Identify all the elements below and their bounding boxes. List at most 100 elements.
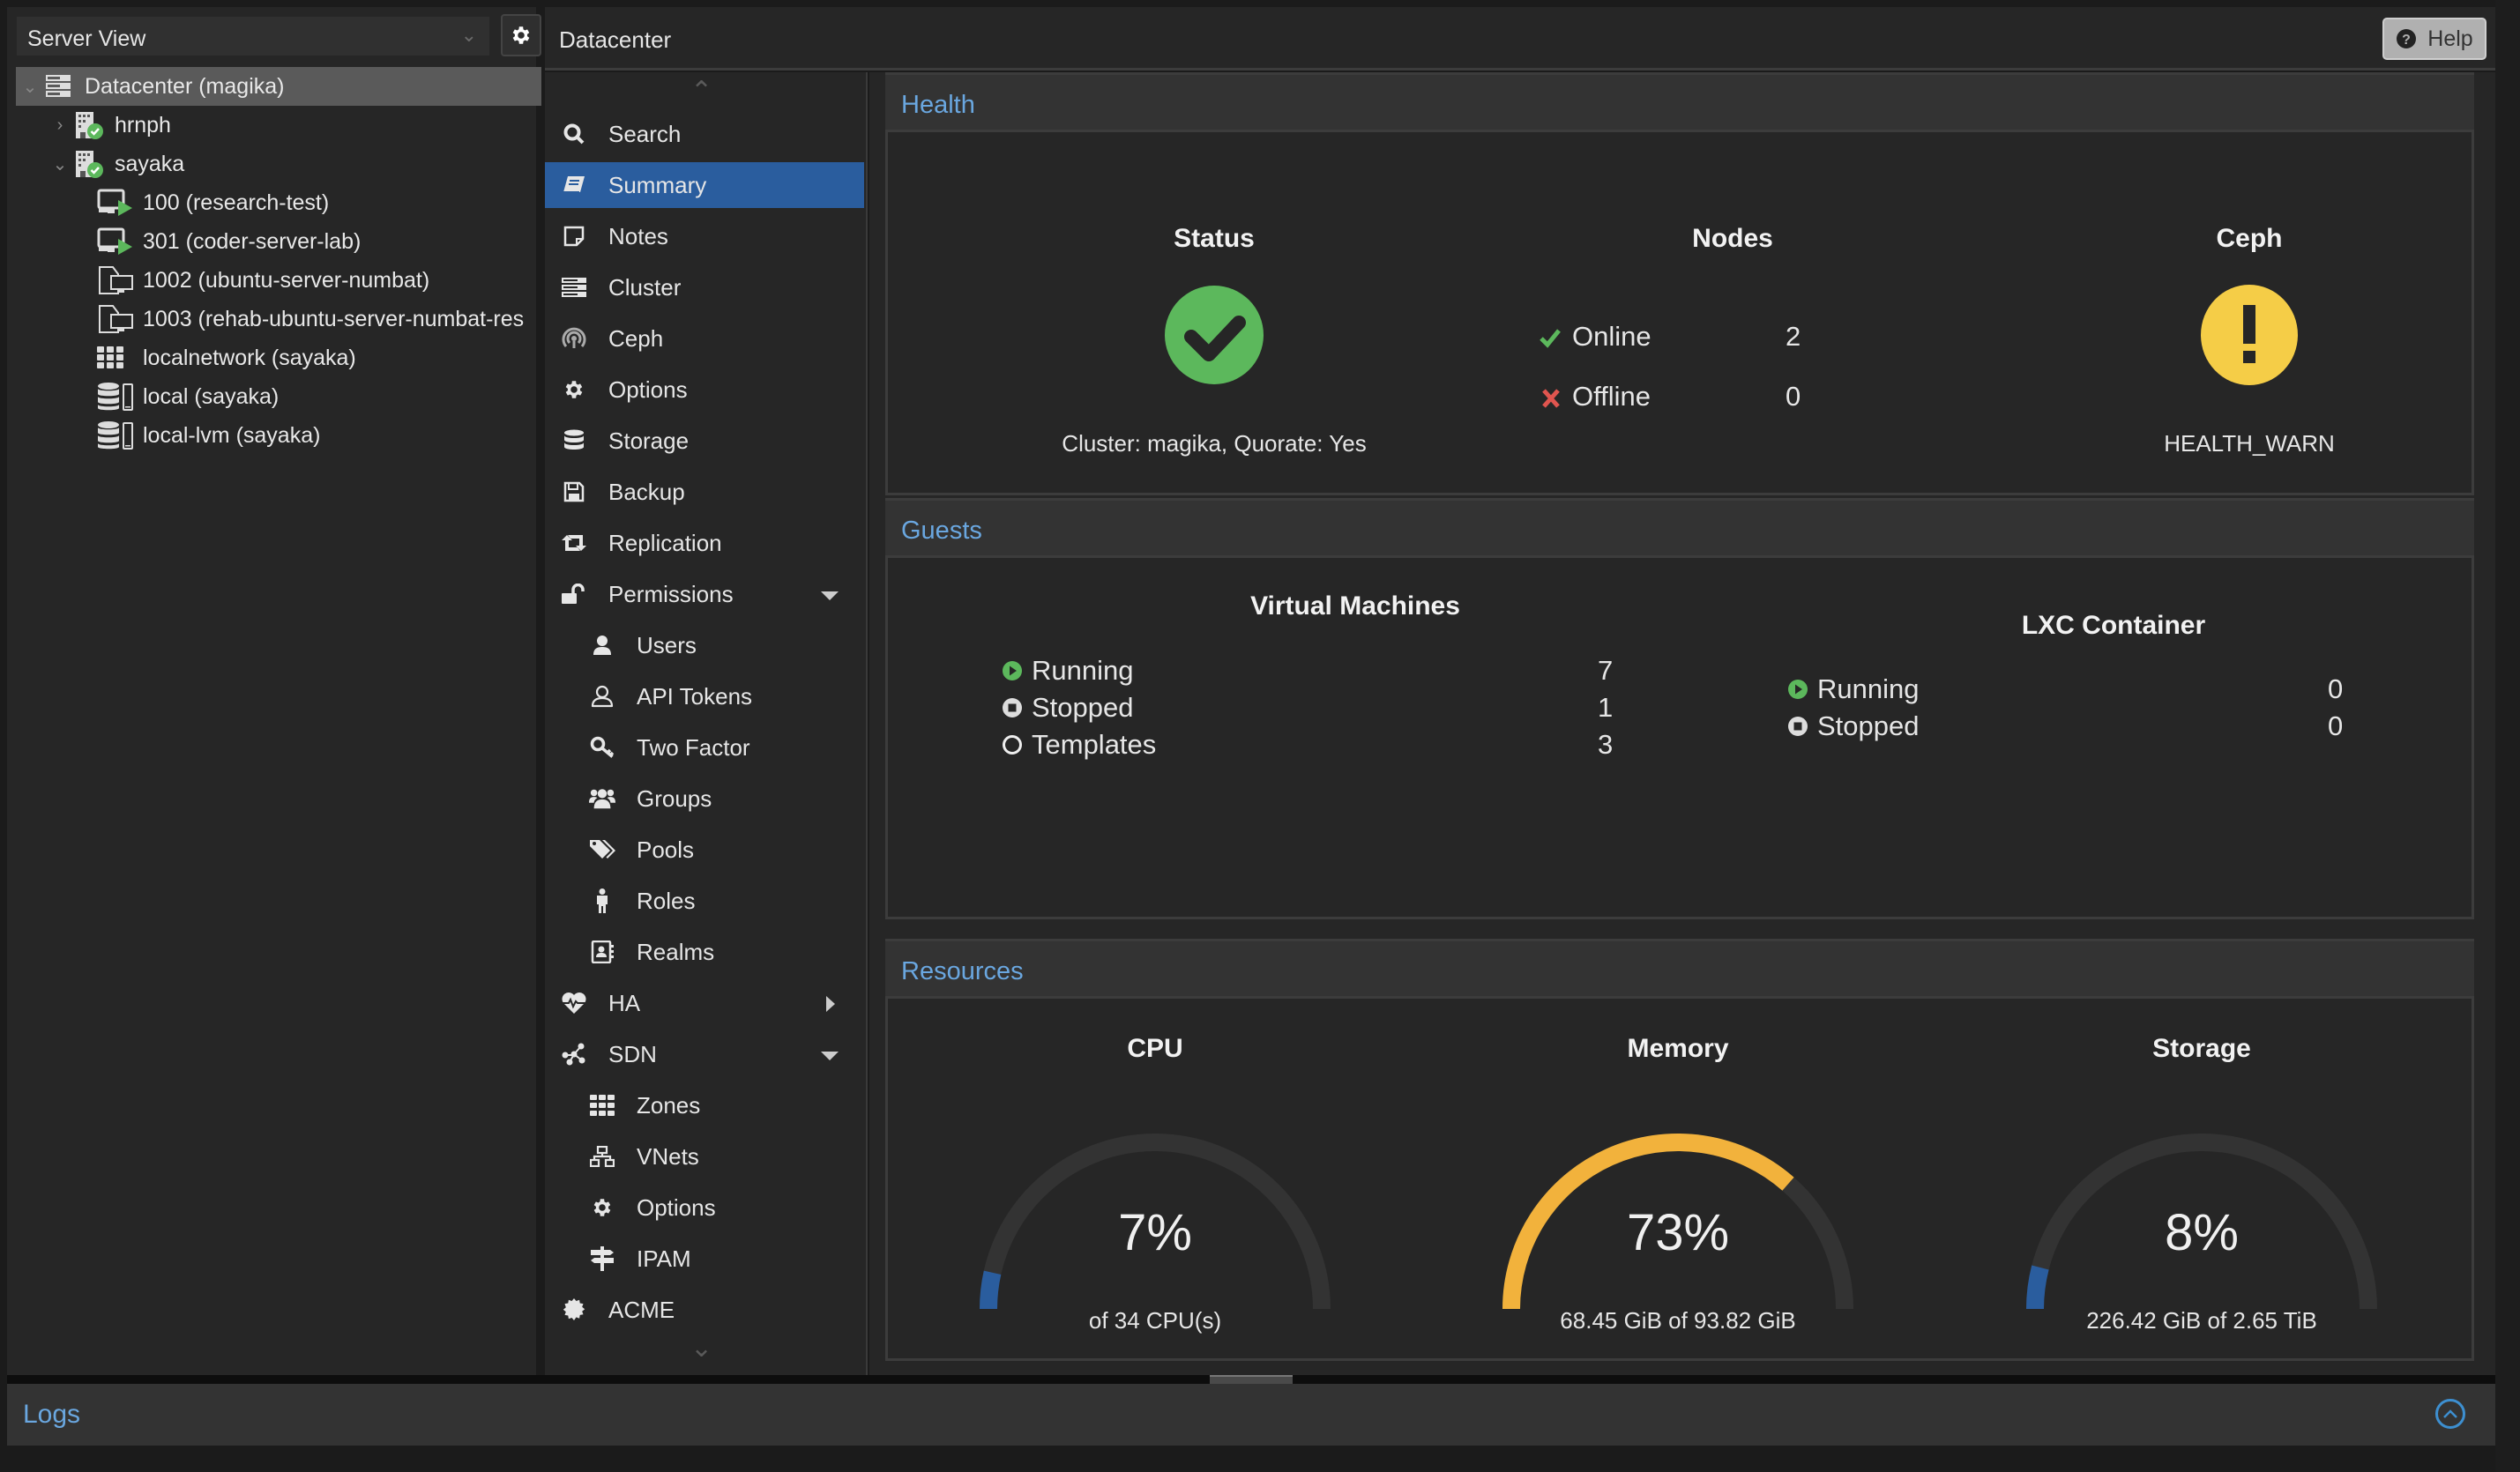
nav-item-pools[interactable]: Pools [545, 827, 864, 873]
nav-item-label: Search [608, 120, 682, 147]
chevron-up-icon [2443, 1409, 2457, 1418]
tree-item-node[interactable]: ⌄ sayaka [16, 145, 541, 183]
user-icon [589, 632, 615, 658]
expand-chevron-icon[interactable]: › [51, 115, 69, 136]
nav-item-two-factor[interactable]: Two Factor [545, 725, 864, 770]
running-icon [1787, 679, 1808, 704]
tree-item-vm[interactable]: 100 (research-test) [16, 183, 541, 222]
tree-item-sdn[interactable]: localnetwork (sayaka) [16, 338, 541, 377]
nav-item-notes[interactable]: Notes [545, 213, 864, 259]
tree-item-storage[interactable]: local-lvm (sayaka) [16, 416, 541, 455]
guest-status-label: Running [1817, 673, 1920, 704]
tree-item-template[interactable]: 1003 (rehab-ubuntu-server-numbat-res [16, 300, 541, 338]
nav-item-label: HA [608, 989, 641, 1016]
nav-item-realms[interactable]: Realms [545, 929, 864, 975]
tree-item-datacenter[interactable]: ⌄ Datacenter (magika) [16, 67, 541, 106]
nav-item-label: Users [637, 631, 697, 658]
collapse-chevron-icon[interactable]: ⌄ [51, 153, 69, 175]
nav-item-roles[interactable]: Roles [545, 878, 864, 924]
nav-item-search[interactable]: Search [545, 111, 864, 157]
nav-item-ceph[interactable]: Ceph [545, 316, 864, 361]
tree-item-vm[interactable]: 301 (coder-server-lab) [16, 222, 541, 261]
logs-panel-header[interactable]: Logs [7, 1384, 2495, 1446]
collapse-chevron-icon[interactable]: ⌄ [21, 76, 39, 98]
nav-item-groups[interactable]: Groups [545, 776, 864, 821]
view-selector-value: Server View [27, 26, 146, 51]
nav-item-label: Zones [637, 1091, 701, 1119]
caret-right-icon[interactable] [820, 992, 839, 1020]
tree-item-template[interactable]: 1002 (ubuntu-server-numbat) [16, 261, 541, 300]
unlock-icon [561, 581, 587, 607]
caret-down-icon[interactable] [820, 584, 839, 611]
expand-logs-button[interactable] [2435, 1399, 2465, 1429]
node-online-icon [69, 110, 108, 140]
guest-status-count: 0 [2328, 710, 2344, 741]
window-edge [2495, 0, 2520, 1472]
nav-item-acme[interactable]: ACME [545, 1287, 864, 1333]
nav-item-label: Summary [608, 171, 707, 198]
ceph-icon [561, 325, 587, 352]
nav-item-summary[interactable]: Summary [545, 162, 864, 208]
nav-item-storage[interactable]: Storage [545, 418, 864, 464]
nav-item-users[interactable]: Users [545, 622, 864, 668]
nav-item-ipam[interactable]: IPAM [545, 1236, 864, 1282]
resources-panel: CPU 7% of 34 CPU(s) Memory 73% 68.45 GiB of 9… [885, 999, 2474, 1361]
guest-status-label: Running [1032, 655, 1134, 686]
view-selector[interactable]: Server View ⌄ [16, 16, 490, 56]
tree-item-storage[interactable]: local (sayaka) [16, 377, 541, 416]
search-icon [561, 121, 587, 147]
heartbeat-icon [561, 990, 587, 1016]
certificate-icon [561, 1297, 587, 1323]
check-circle-icon [1165, 286, 1264, 384]
nav-item-label: Roles [637, 887, 696, 914]
nav-item-label: VNets [637, 1142, 699, 1170]
lxc-title: LXC Container [2021, 611, 2206, 640]
nav-item-label: Backup [608, 478, 685, 505]
nav-item-label: Two Factor [637, 733, 750, 761]
nav-item-cluster[interactable]: Cluster [545, 264, 864, 310]
nav-item-label: Groups [637, 784, 712, 812]
vm-template-icon [97, 265, 136, 295]
sdn-zone-icon [97, 343, 136, 373]
nav-item-vnets[interactable]: VNets [545, 1134, 864, 1179]
scroll-up-icon[interactable]: ⌃ [690, 76, 712, 107]
chevron-down-icon: ⌄ [460, 24, 477, 46]
nav-item-permissions[interactable]: Permissions [545, 571, 864, 617]
running-icon [1002, 660, 1023, 686]
warning-icon [2201, 285, 2298, 385]
help-label: Help [2427, 26, 2473, 51]
tree-settings-button[interactable] [501, 14, 541, 56]
nav-item-label: Ceph [608, 324, 664, 352]
tree-item-node[interactable]: › hrnph [16, 106, 541, 145]
question-circle-icon: ? [2397, 29, 2417, 48]
datacenter-icon [39, 71, 78, 101]
gauge-detail: 68.45 GiB of 93.82 GiB [1560, 1307, 1796, 1334]
guest-status-label: Templates [1032, 729, 1157, 760]
nav-item-sdn[interactable]: SDN [545, 1031, 864, 1077]
nav-item-backup[interactable]: Backup [545, 469, 864, 515]
nav-item-replication[interactable]: Replication [545, 520, 864, 566]
gear-icon [589, 1194, 615, 1221]
panel-title: Health [901, 91, 975, 119]
help-button[interactable]: ? Help [2382, 18, 2486, 60]
gear-icon [561, 376, 587, 403]
tree-item-label: localnetwork (sayaka) [143, 345, 356, 370]
nav-item-label: Pools [637, 836, 695, 863]
nav-item-api-tokens[interactable]: API Tokens [545, 673, 864, 719]
nav-item-zones[interactable]: Zones [545, 1082, 864, 1128]
book-icon [561, 172, 587, 198]
resource-tree: ⌄ Datacenter (magika) › hrnph ⌄ sayaka 1… [16, 67, 541, 455]
content-header: Datacenter ? Help [545, 7, 2495, 71]
caret-down-icon[interactable] [820, 1044, 839, 1071]
health-panel-header: Health [885, 72, 2474, 132]
scroll-down-icon[interactable]: ⌄ [690, 1333, 712, 1364]
nav-item-ha[interactable]: HA [545, 980, 864, 1026]
status-title: Status [1174, 224, 1255, 253]
nodes-title: Nodes [1692, 224, 1773, 253]
nav-item-options[interactable]: Options [545, 1185, 864, 1230]
storage-icon [97, 382, 136, 412]
floppy-icon [561, 479, 587, 505]
th-icon [589, 1092, 615, 1119]
nav-item-options[interactable]: Options [545, 367, 864, 413]
guest-status-label: Stopped [1817, 710, 1920, 741]
